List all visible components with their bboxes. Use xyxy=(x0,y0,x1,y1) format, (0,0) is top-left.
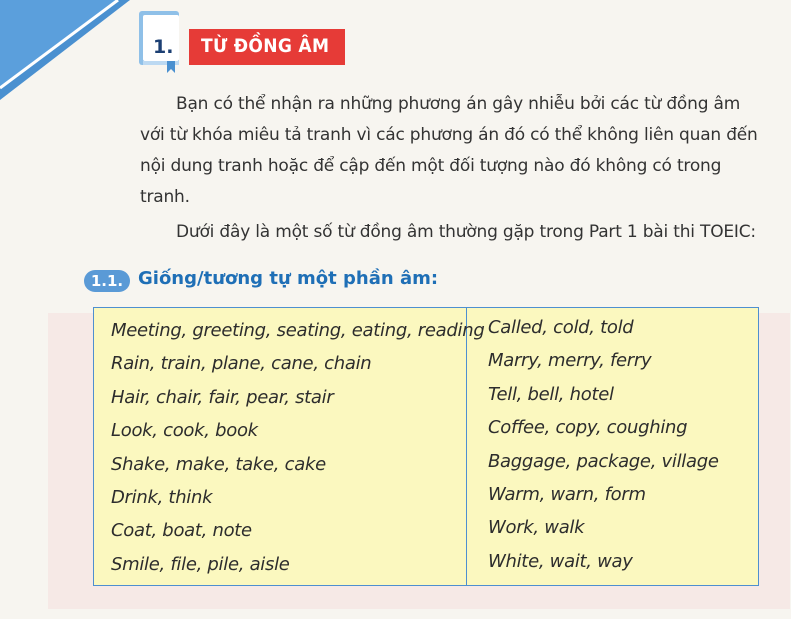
word-group: Meeting, greeting, seating, eating, read… xyxy=(111,320,485,341)
word-group: Coat, boat, note xyxy=(111,520,252,542)
section-number: 1. xyxy=(153,36,174,58)
section-title: TỪ ĐỒNG ÂM xyxy=(201,35,330,57)
word-group: Called, cold, told xyxy=(488,317,634,338)
homophone-table: Meeting, greeting, seating, eating, read… xyxy=(93,307,759,586)
word-group: Drink, think xyxy=(111,486,213,508)
word-group: Look, cook, book xyxy=(111,420,258,442)
corner-decoration xyxy=(0,0,130,100)
word-group: Tell, bell, hotel xyxy=(488,383,614,405)
word-group: Marry, merry, ferry xyxy=(488,350,652,372)
word-group: Smile, file, pile, aisle xyxy=(111,553,290,575)
intro-paragraph: Bạn có thể nhận ra những phương án gây n… xyxy=(140,94,758,207)
word-group: Baggage, package, village xyxy=(488,450,719,472)
word-group: Shake, make, take, cake xyxy=(111,453,326,475)
word-group: Hair, chair, fair, pear, stair xyxy=(111,386,334,408)
word-group: Rain, train, plane, cane, chain xyxy=(111,353,372,375)
right-column: Called, cold, told Marry, merry, ferry T… xyxy=(488,314,748,581)
subsection-title: Giống/tương tự một phần âm: xyxy=(138,268,439,289)
list-intro-paragraph: Dưới đây là một số từ đồng âm thường gặp… xyxy=(176,222,756,242)
word-group: White, wait, way xyxy=(488,550,633,572)
left-column: Meeting, greeting, seating, eating, read… xyxy=(111,314,485,581)
section-header: 1. TỪ ĐỒNG ÂM xyxy=(137,9,357,73)
column-divider xyxy=(466,308,467,585)
word-group: Warm, warn, form xyxy=(488,483,646,505)
subsection-number: 1.1. xyxy=(84,270,130,292)
word-group: Coffee, copy, coughing xyxy=(488,417,688,439)
word-group: Work, walk xyxy=(488,517,585,539)
